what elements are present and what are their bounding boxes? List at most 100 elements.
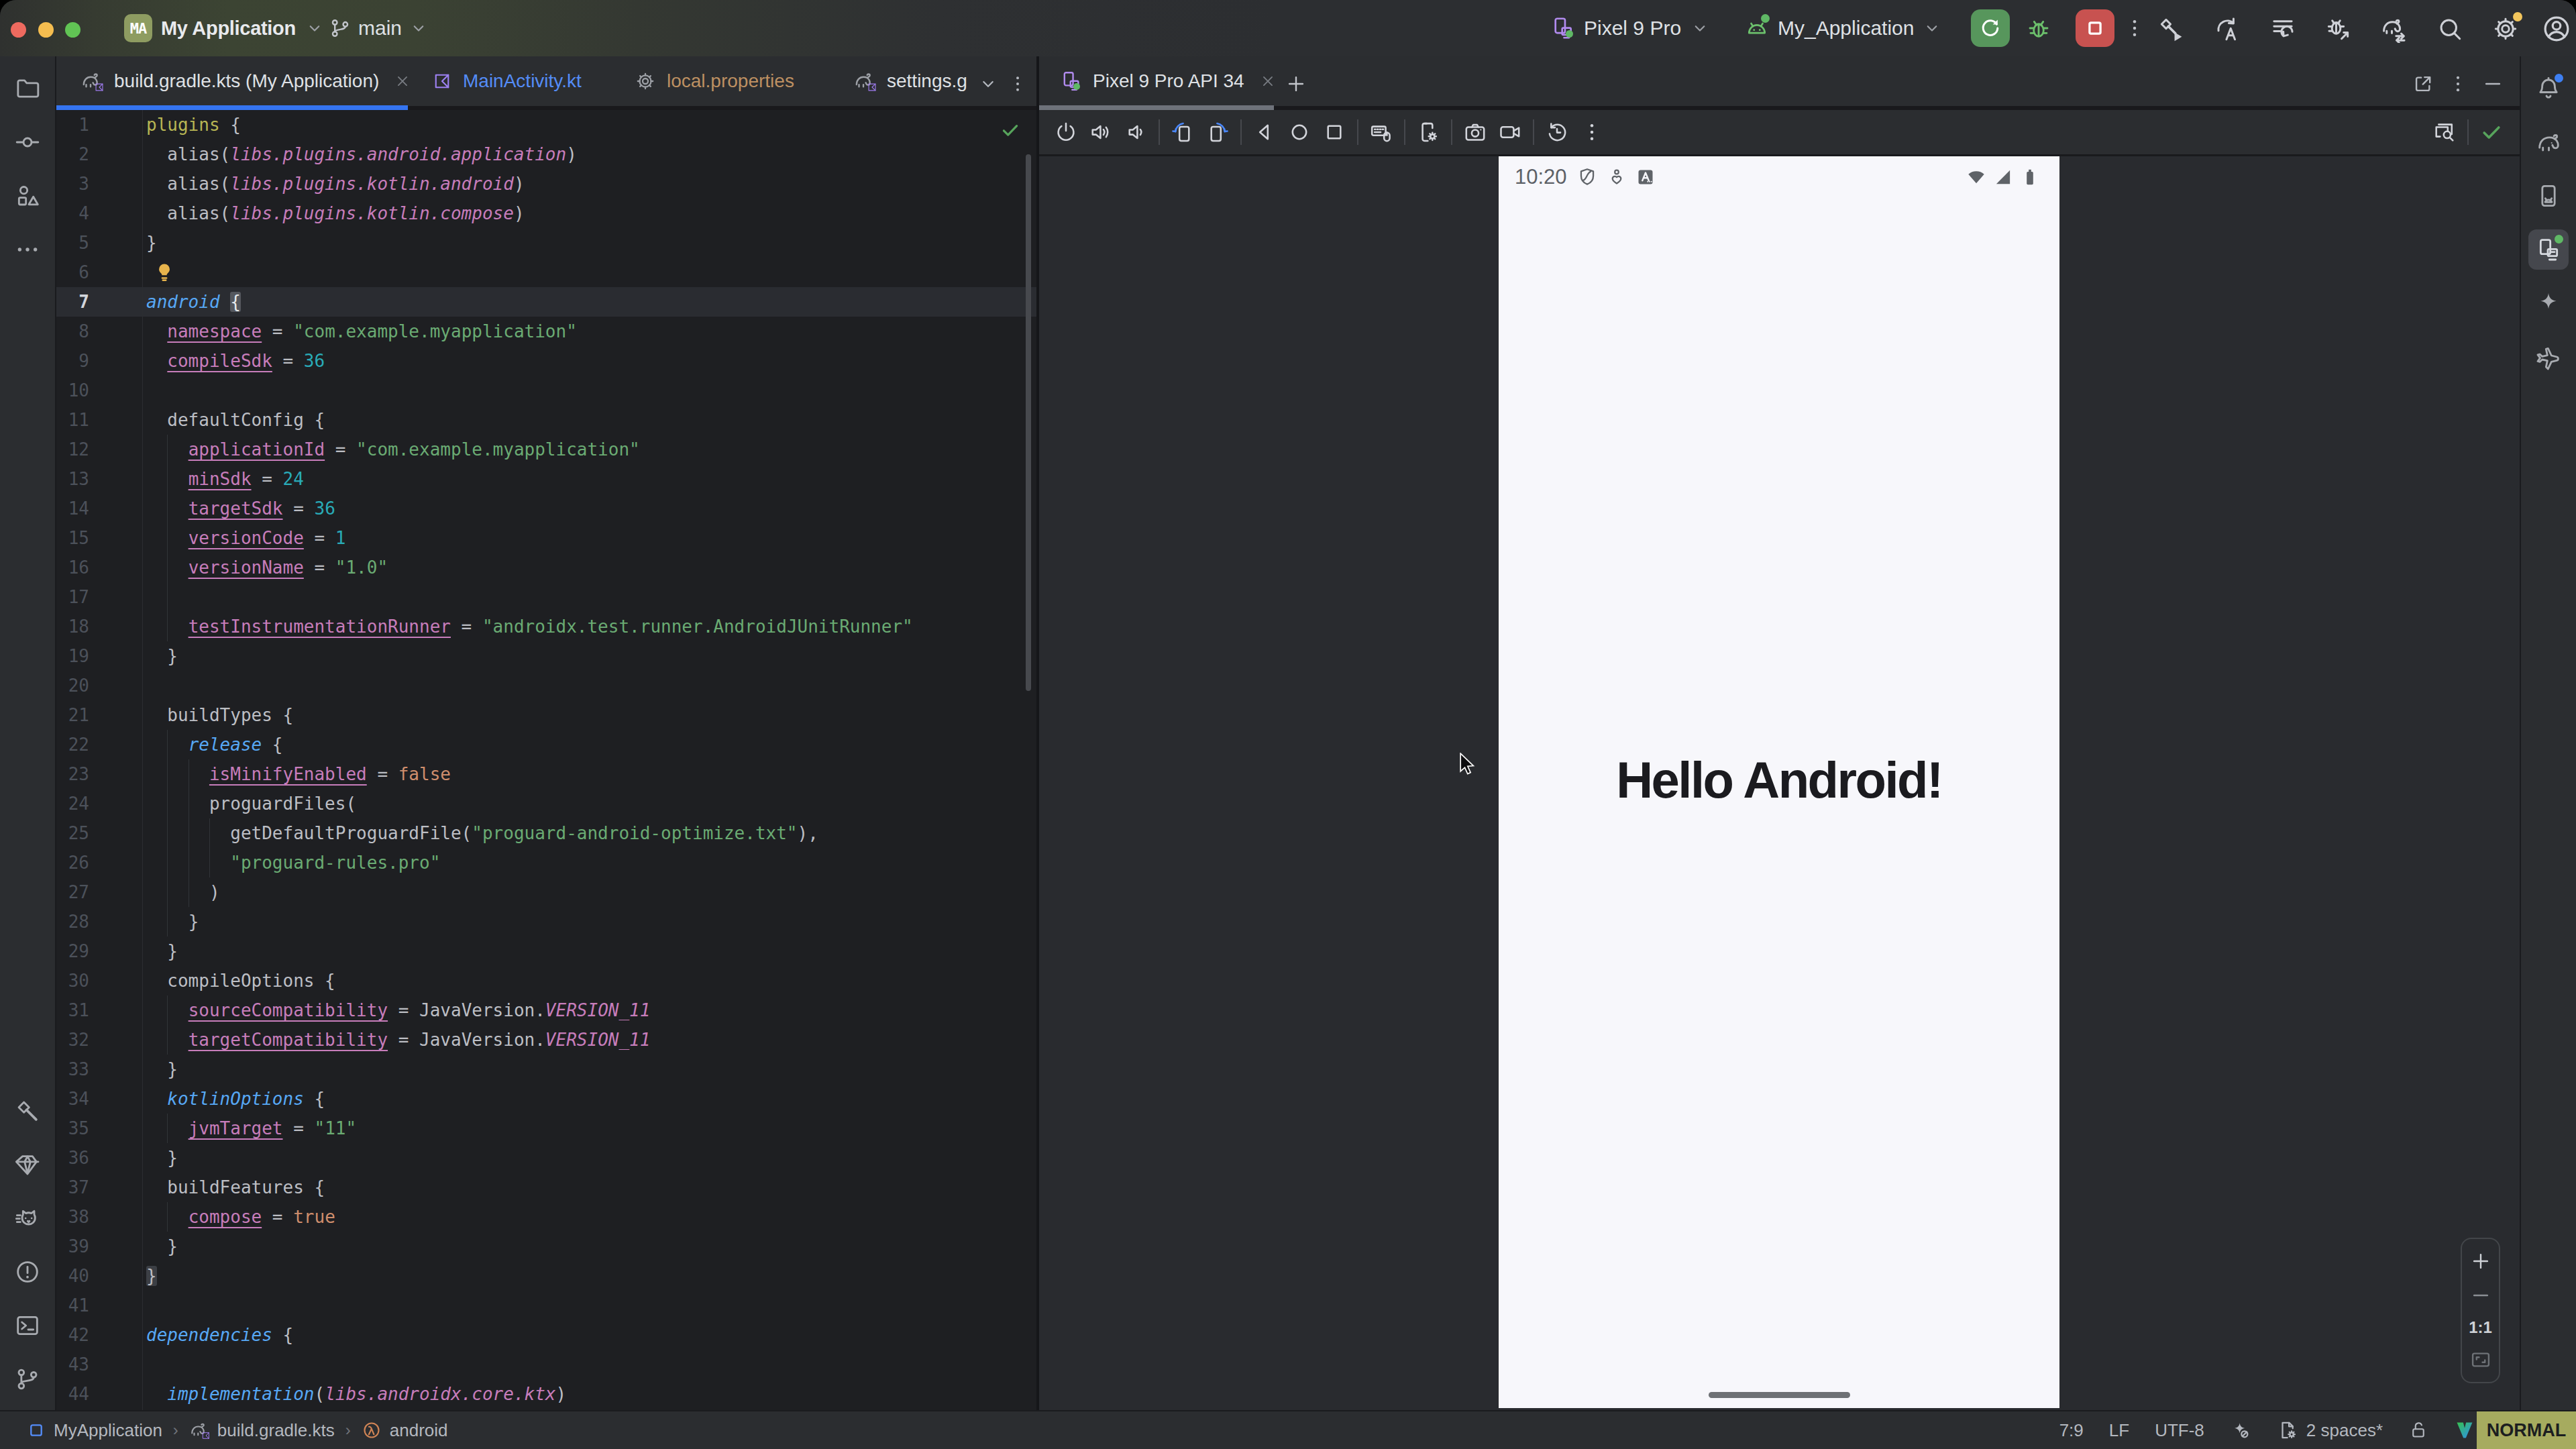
code-line-43[interactable]: 43 [56, 1350, 1036, 1379]
emulator-screen[interactable]: 10:20 Hello Android! [1499, 156, 2059, 1408]
screen-record-icon[interactable] [1493, 117, 1527, 148]
back-icon[interactable] [1247, 117, 1282, 148]
code-line-32[interactable]: 32 targetCompatibility = JavaVersion.VER… [56, 1025, 1036, 1055]
code-line-37[interactable]: 37 buildFeatures { [56, 1173, 1036, 1202]
editor-scrollbar[interactable] [1026, 154, 1031, 691]
device-selector[interactable]: Pixel 9 Pro [1550, 11, 1710, 45]
terminal-icon[interactable] [7, 1305, 48, 1346]
running-devices-icon[interactable] [2528, 229, 2569, 270]
code-line-44[interactable]: 44 implementation(libs.androidx.core.ktx… [56, 1379, 1036, 1409]
rotate-right-icon[interactable] [1200, 117, 1235, 148]
macos-close-button[interactable] [11, 22, 26, 38]
apply-changes-button[interactable] [2213, 15, 2241, 43]
project-icon[interactable] [7, 68, 48, 109]
gemini-icon[interactable] [7, 1198, 48, 1238]
intention-lightbulb-icon[interactable] [152, 260, 176, 284]
code-line-13[interactable]: 13 minSdk = 24 [56, 464, 1036, 494]
tab-pixel-9-pro-api-34[interactable]: Pixel 9 Pro API 34 [1039, 56, 1274, 106]
breadcrumb-module[interactable]: MyApplication [27, 1420, 162, 1441]
stop-button[interactable] [2076, 9, 2114, 47]
overview-icon[interactable] [1317, 117, 1352, 148]
rotate-left-icon[interactable] [1165, 117, 1200, 148]
code-line-10[interactable]: 10 [56, 376, 1036, 405]
attach-debugger-button[interactable] [2324, 15, 2353, 43]
code-line-42[interactable]: 42dependencies { [56, 1320, 1036, 1350]
code-editor[interactable]: 1plugins {2 alias(libs.plugins.android.a… [56, 110, 1036, 1410]
code-line-9[interactable]: 9 compileSdk = 36 [56, 346, 1036, 376]
code-line-22[interactable]: 22 release { [56, 730, 1036, 759]
tab-local-properties[interactable]: local.properties [596, 56, 828, 106]
reset-icon[interactable] [1540, 117, 1574, 148]
power-icon[interactable] [1049, 117, 1083, 148]
file-encoding[interactable]: UTF-8 [2155, 1420, 2204, 1441]
zoom-in-button[interactable] [2469, 1250, 2492, 1273]
code-line-27[interactable]: 27 ) [56, 877, 1036, 907]
code-line-39[interactable]: 39 } [56, 1232, 1036, 1261]
open-in-new-window-button[interactable] [2409, 70, 2437, 98]
line-separator[interactable]: LF [2109, 1420, 2129, 1441]
code-line-7[interactable]: 7android { [56, 287, 1036, 317]
code-line-18[interactable]: 18 testInstrumentationRunner = "androidx… [56, 612, 1036, 641]
code-line-16[interactable]: 16 versionName = "1.0" [56, 553, 1036, 582]
more-icon[interactable] [1574, 117, 1609, 148]
code-line-21[interactable]: 21 buildTypes { [56, 700, 1036, 730]
gesture-navigation-bar[interactable] [1709, 1392, 1850, 1398]
notifications-icon[interactable] [2528, 68, 2569, 109]
search-everywhere-button[interactable] [2436, 15, 2464, 43]
gemini-sparkle-icon[interactable] [2528, 283, 2569, 323]
code-line-6[interactable]: 6 [56, 258, 1036, 287]
code-line-1[interactable]: 1plugins { [56, 110, 1036, 140]
code-line-19[interactable]: 19 } [56, 641, 1036, 671]
app-quality-insights-icon[interactable] [7, 1144, 48, 1185]
code-line-17[interactable]: 17 [56, 582, 1036, 612]
code-line-28[interactable]: 28 } [56, 907, 1036, 936]
code-line-23[interactable]: 23 isMinifyEnabled = false [56, 759, 1036, 789]
code-line-4[interactable]: 4 alias(libs.plugins.kotlin.compose) [56, 199, 1036, 228]
panel-options-kebab-button[interactable] [2444, 70, 2472, 98]
code-line-2[interactable]: 2 alias(libs.plugins.android.application… [56, 140, 1036, 169]
settings-button[interactable] [2491, 15, 2520, 43]
volume-up-icon[interactable] [1083, 117, 1118, 148]
indent-setting[interactable]: 2 spaces* [2277, 1419, 2383, 1441]
caret-position[interactable]: 7:9 [2059, 1420, 2084, 1441]
code-line-3[interactable]: 3 alias(libs.plugins.kotlin.android) [56, 169, 1036, 199]
tab-mainactivity-kt[interactable]: MainActivity.kt [408, 56, 596, 106]
hidden-tabs-chevron-button[interactable] [974, 70, 1002, 98]
screenshot-icon[interactable] [1458, 117, 1493, 148]
vcs-branch-widget[interactable]: main [329, 11, 429, 45]
tab-settings-gradle[interactable]: settings.g [828, 56, 970, 106]
rerun-button[interactable] [1971, 9, 2010, 47]
vim-mode-badge[interactable]: NORMAL [2477, 1411, 2576, 1449]
code-line-15[interactable]: 15 versionCode = 1 [56, 523, 1036, 553]
problems-icon[interactable] [7, 1252, 48, 1292]
gradle-sync-button[interactable] [2380, 15, 2408, 43]
code-line-33[interactable]: 33 } [56, 1055, 1036, 1084]
tab-build-gradle-kts[interactable]: build.gradle.kts (My Application) [56, 56, 408, 106]
tab-close-button[interactable] [394, 72, 408, 90]
code-line-41[interactable]: 41 [56, 1291, 1036, 1320]
code-line-5[interactable]: 5} [56, 228, 1036, 258]
ui-check-icon[interactable] [2427, 117, 2462, 148]
hardware-input-icon[interactable] [1364, 117, 1399, 148]
code-line-40[interactable]: 40} [56, 1261, 1036, 1291]
code-line-26[interactable]: 26 "proguard-rules.pro" [56, 848, 1036, 877]
editor-options-kebab-button[interactable] [1004, 70, 1032, 98]
hide-panel-button[interactable] [2479, 70, 2507, 98]
code-line-30[interactable]: 30 compileOptions { [56, 966, 1036, 996]
code-line-24[interactable]: 24 proguardFiles( [56, 789, 1036, 818]
ideavim-icon[interactable] [2454, 1419, 2475, 1441]
code-line-29[interactable]: 29 } [56, 936, 1036, 966]
add-device-tab-button[interactable] [1282, 70, 1310, 98]
assistant-plane-icon[interactable] [2528, 337, 2569, 377]
gradle-icon[interactable] [2528, 122, 2569, 162]
zoom-fit-button[interactable] [2469, 1348, 2492, 1371]
code-line-38[interactable]: 38 compose = true [56, 1202, 1036, 1232]
macos-minimize-button[interactable] [38, 22, 54, 38]
version-control-icon[interactable] [7, 1359, 48, 1399]
profile-avatar-button[interactable] [2541, 13, 2572, 44]
ai-completion-status-icon[interactable] [2230, 1419, 2251, 1441]
zoom-out-button[interactable] [2469, 1284, 2492, 1307]
more-tools-icon[interactable] [7, 229, 48, 270]
device-settings-icon[interactable] [1411, 117, 1446, 148]
code-line-11[interactable]: 11 defaultConfig { [56, 405, 1036, 435]
